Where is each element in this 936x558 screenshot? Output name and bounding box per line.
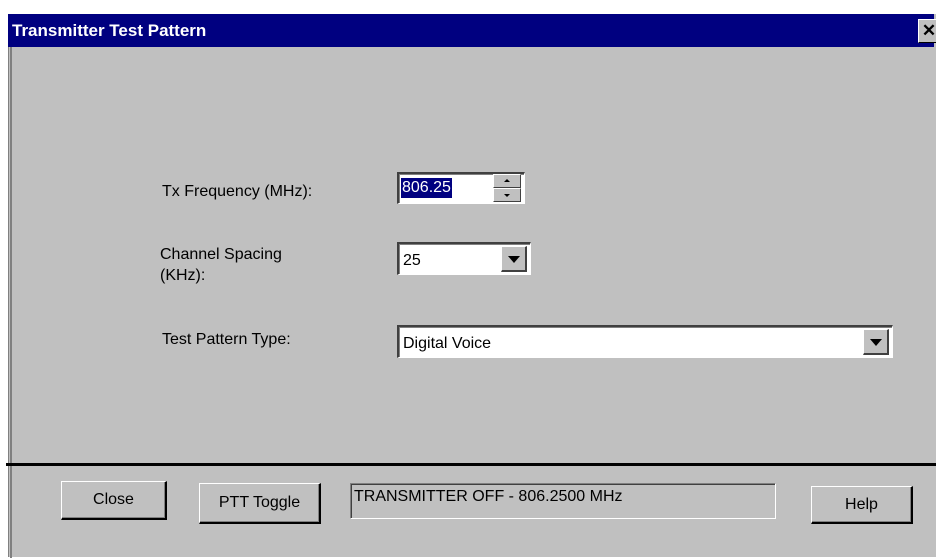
status-display: TRANSMITTER OFF - 806.2500 MHz (350, 483, 776, 519)
title-bar: Transmitter Test Pattern ✕ (8, 14, 936, 47)
channel-spacing-label-line2: (KHz): (160, 267, 206, 284)
chevron-down-icon (508, 256, 520, 263)
test-pattern-type-label: Test Pattern Type: (162, 331, 291, 348)
spin-down-button[interactable] (493, 188, 521, 202)
tx-frequency-label: Tx Frequency (MHz): (162, 183, 313, 200)
tx-frequency-spinbox[interactable]: 806.25 (397, 172, 525, 204)
status-text: TRANSMITTER OFF - 806.2500 MHz (354, 488, 623, 505)
spin-up-button[interactable] (493, 174, 521, 188)
help-button[interactable]: Help (811, 486, 913, 524)
test-pattern-type-select[interactable]: Digital Voice (397, 325, 893, 358)
close-icon: ✕ (921, 21, 936, 40)
dialog-window: Transmitter Test Pattern ✕ (6, 13, 936, 558)
footer-separator (6, 463, 936, 466)
window-title: Transmitter Test Pattern (12, 21, 207, 40)
tx-frequency-input[interactable]: 806.25 (401, 178, 452, 198)
test-pattern-type-value: Digital Voice (403, 335, 492, 352)
chevron-down-icon (870, 339, 882, 346)
channel-spacing-label-line1: Channel Spacing (160, 246, 282, 263)
channel-spacing-dropdown-button[interactable] (501, 246, 527, 272)
ptt-toggle-button[interactable]: PTT Toggle (199, 483, 321, 524)
spin-down-icon (504, 194, 510, 197)
close-window-button[interactable]: ✕ (918, 19, 936, 43)
test-pattern-type-dropdown-button[interactable] (863, 329, 889, 355)
channel-spacing-value: 25 (403, 252, 421, 269)
spin-up-icon (504, 179, 510, 182)
channel-spacing-select[interactable]: 25 (397, 242, 531, 275)
close-button[interactable]: Close (61, 481, 167, 520)
window-left-edge (10, 47, 12, 558)
